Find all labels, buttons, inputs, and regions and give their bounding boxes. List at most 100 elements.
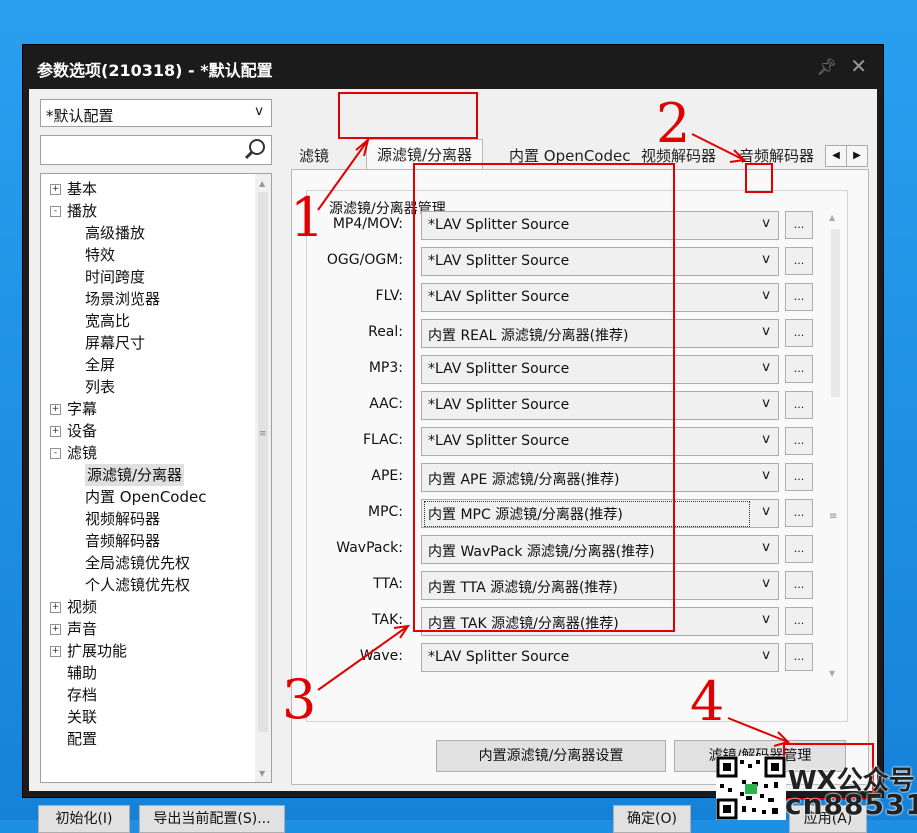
- splitter-select[interactable]: 内置 APE 源滤镜/分离器(推荐) v: [421, 463, 779, 492]
- tree-item[interactable]: 辅助: [67, 662, 97, 684]
- more-options-button[interactable]: ...: [785, 247, 813, 275]
- expand-icon[interactable]: +: [50, 646, 61, 657]
- more-options-button[interactable]: ...: [785, 607, 813, 635]
- tab-2[interactable]: 内置 OpenCodec: [509, 143, 630, 169]
- tree-item-label: 场景浏览器: [85, 290, 161, 308]
- more-options-button[interactable]: ...: [785, 571, 813, 599]
- tab-scroll-right[interactable]: ▶: [846, 145, 868, 167]
- splitter-select[interactable]: *LAV Splitter Source v: [421, 355, 779, 384]
- tree-item[interactable]: 关联: [67, 706, 97, 728]
- title-bar[interactable]: 参数选项(210318) - *默认配置 📌︎ ✕: [23, 45, 883, 89]
- tree-item[interactable]: 屏幕尺寸: [85, 332, 145, 354]
- tree-item[interactable]: 音频解码器: [85, 530, 160, 552]
- expand-icon[interactable]: +: [50, 184, 61, 195]
- more-options-button[interactable]: ...: [785, 535, 813, 563]
- tree-item[interactable]: 内置 OpenCodec: [85, 486, 206, 508]
- search-icon[interactable]: [243, 137, 267, 161]
- chevron-down-icon[interactable]: v: [762, 252, 770, 267]
- expand-icon[interactable]: +: [50, 602, 61, 613]
- tree-item[interactable]: 全屏: [85, 354, 115, 376]
- tree-item[interactable]: 特效: [85, 244, 115, 266]
- more-options-button[interactable]: ...: [785, 643, 813, 671]
- tree-item[interactable]: 源滤镜/分离器: [85, 464, 185, 486]
- splitter-select[interactable]: *LAV Splitter Source v: [421, 643, 779, 672]
- chevron-down-icon[interactable]: v: [762, 216, 770, 231]
- chevron-down-icon[interactable]: v: [762, 612, 770, 627]
- tab-1[interactable]: 源滤镜/分离器: [366, 139, 484, 171]
- tree-item[interactable]: 设备: [67, 420, 97, 442]
- tree-item[interactable]: 列表: [85, 376, 115, 398]
- tree-item[interactable]: 场景浏览器: [85, 288, 160, 310]
- more-options-button[interactable]: ...: [785, 319, 813, 347]
- tree-item[interactable]: 基本: [67, 178, 97, 200]
- init-button[interactable]: 初始化(I): [38, 805, 130, 833]
- tab-0[interactable]: 滤镜: [299, 143, 329, 169]
- chevron-down-icon[interactable]: v: [762, 468, 770, 483]
- chevron-down-icon[interactable]: v: [762, 576, 770, 591]
- tree-scrollbar[interactable]: ▲ ≡ ▼: [255, 174, 271, 782]
- chevron-down-icon[interactable]: v: [762, 540, 770, 555]
- tree-item[interactable]: 全局滤镜优先权: [85, 552, 190, 574]
- splitter-select[interactable]: *LAV Splitter Source v: [421, 247, 779, 276]
- tree-item[interactable]: 扩展功能: [67, 640, 127, 662]
- ok-button[interactable]: 确定(O): [613, 805, 691, 833]
- chevron-down-icon[interactable]: v: [762, 360, 770, 375]
- settings-tree[interactable]: ▲ ≡ ▼ 基本 + 播放 - 高级播放 特效 时间跨度 场景浏览器 宽高比 屏幕尺寸 全屏 列表 字幕…: [40, 173, 272, 783]
- collapse-icon[interactable]: -: [50, 206, 61, 217]
- expand-icon[interactable]: +: [50, 426, 61, 437]
- row-label: APE:: [371, 468, 403, 484]
- close-icon[interactable]: ✕: [850, 54, 867, 78]
- chevron-down-icon[interactable]: v: [762, 288, 770, 303]
- tree-item[interactable]: 时间跨度: [85, 266, 145, 288]
- tab-4[interactable]: 音频解码器: [739, 143, 814, 169]
- expand-icon[interactable]: +: [50, 624, 61, 635]
- rows-scrollbar[interactable]: ▲ ≡ ▼: [827, 211, 843, 683]
- tree-item[interactable]: 存档: [67, 684, 97, 706]
- expand-icon[interactable]: +: [50, 404, 61, 415]
- splitter-select[interactable]: 内置 REAL 源滤镜/分离器(推荐) v: [421, 319, 779, 348]
- internal-splitter-settings-button[interactable]: 内置源滤镜/分离器设置: [436, 740, 666, 772]
- qr-code-image: [716, 756, 786, 820]
- profile-select[interactable]: *默认配置 v: [40, 99, 272, 127]
- tree-item[interactable]: 播放: [67, 200, 97, 222]
- more-options-button[interactable]: ...: [785, 499, 813, 527]
- row-label: OGG/OGM:: [326, 252, 403, 268]
- scroll-up-icon[interactable]: ▲: [829, 213, 835, 222]
- tree-item[interactable]: 高级播放: [85, 222, 145, 244]
- collapse-icon[interactable]: -: [50, 448, 61, 459]
- splitter-select[interactable]: *LAV Splitter Source v: [421, 427, 779, 456]
- tree-item[interactable]: 宽高比: [85, 310, 130, 332]
- more-options-button[interactable]: ...: [785, 391, 813, 419]
- tree-item[interactable]: 视频: [67, 596, 97, 618]
- splitter-select-value: 内置 APE 源滤镜/分离器(推荐): [428, 472, 620, 488]
- splitter-select[interactable]: 内置 MPC 源滤镜/分离器(推荐) v: [421, 499, 779, 528]
- scroll-down-icon[interactable]: ▼: [829, 669, 835, 678]
- tree-item[interactable]: 视频解码器: [85, 508, 160, 530]
- splitter-select[interactable]: 内置 TAK 源滤镜/分离器(推荐) v: [421, 607, 779, 636]
- tree-item[interactable]: 字幕: [67, 398, 97, 420]
- chevron-down-icon[interactable]: v: [762, 324, 770, 339]
- splitter-select[interactable]: *LAV Splitter Source v: [421, 391, 779, 420]
- chevron-down-icon[interactable]: v: [762, 432, 770, 447]
- chevron-down-icon[interactable]: v: [762, 648, 770, 663]
- more-options-button[interactable]: ...: [785, 427, 813, 455]
- tree-item[interactable]: 个人滤镜优先权: [85, 574, 190, 596]
- tree-item[interactable]: 配置: [67, 728, 97, 750]
- scroll-thumb[interactable]: [831, 229, 840, 397]
- export-config-button[interactable]: 导出当前配置(S)...: [139, 805, 285, 833]
- pin-icon[interactable]: 📌︎: [817, 57, 837, 76]
- search-input[interactable]: [40, 135, 272, 165]
- more-options-button[interactable]: ...: [785, 463, 813, 491]
- tab-scroll-left[interactable]: ◀: [825, 145, 847, 167]
- chevron-down-icon[interactable]: v: [762, 396, 770, 411]
- more-options-button[interactable]: ...: [785, 355, 813, 383]
- more-options-button[interactable]: ...: [785, 283, 813, 311]
- chevron-down-icon[interactable]: v: [762, 504, 770, 519]
- splitter-select[interactable]: *LAV Splitter Source v: [421, 283, 779, 312]
- more-options-button[interactable]: ...: [785, 211, 813, 239]
- tree-item[interactable]: 声音: [67, 618, 97, 640]
- splitter-select[interactable]: *LAV Splitter Source v: [421, 211, 779, 240]
- splitter-select[interactable]: 内置 WavPack 源滤镜/分离器(推荐) v: [421, 535, 779, 564]
- splitter-select[interactable]: 内置 TTA 源滤镜/分离器(推荐) v: [421, 571, 779, 600]
- tree-item[interactable]: 滤镜: [67, 442, 97, 464]
